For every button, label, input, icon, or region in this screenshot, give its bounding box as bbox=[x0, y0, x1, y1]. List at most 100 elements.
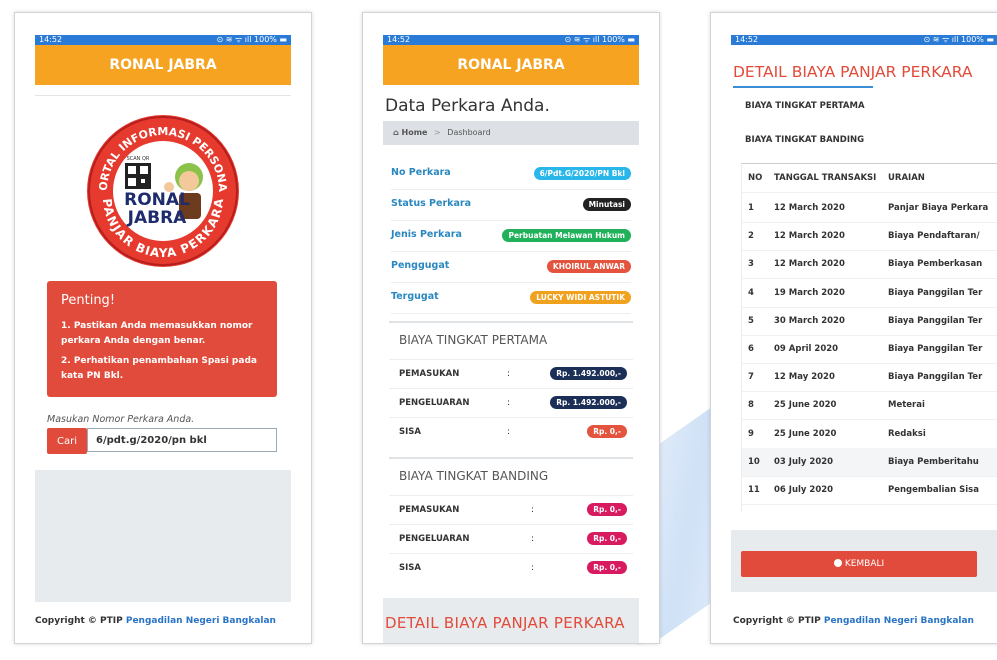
cell-description: Biaya Pemberitahu bbox=[888, 456, 979, 467]
detail-section-preview: DETAIL BIAYA PANJAR PERKARA bbox=[383, 598, 639, 643]
alert-line-1a: 1. Pastikan Anda memasukkan nomor bbox=[61, 321, 253, 331]
cell-date: 12 March 2020 bbox=[774, 231, 845, 242]
tab-appeal-level[interactable]: BIAYA TINGKAT BANDING bbox=[745, 135, 864, 145]
appeal-level-fee-card: BIAYA TINGKAT BANDING PEMASUKAN: Rp. 0,- P… bbox=[389, 457, 633, 583]
table-row: 7 12 May 2020 Biaya Panggilan Ter bbox=[742, 363, 997, 393]
table-row: 5 30 March 2020 Biaya Panggilan Ter bbox=[742, 307, 997, 336]
case-number-input[interactable] bbox=[87, 428, 277, 452]
phone-screen-case-data: 14:52 ⊙ ≋ ᯤ ıll 100% ▬ RONAL JABRA Data … bbox=[362, 12, 660, 644]
case-info-row: Penggugat KHOIRUL ANWAR bbox=[391, 252, 631, 283]
case-info-row: Jenis Perkara Perbuatan Melawan Hukum bbox=[391, 221, 631, 252]
table-row: 8 25 June 2020 Meterai bbox=[742, 391, 997, 421]
cell-description: Biaya Panggilan Ter bbox=[888, 287, 983, 298]
cell-date: 09 April 2020 bbox=[774, 344, 839, 354]
cell-description: Pengembalian Sisa bbox=[888, 485, 979, 495]
cell-description: Meterai bbox=[888, 400, 925, 411]
cell-date: 06 July 2020 bbox=[774, 485, 834, 495]
back-circle-icon bbox=[833, 559, 842, 567]
header-no: NO bbox=[748, 173, 763, 183]
status-time: 14:52 bbox=[39, 35, 63, 44]
fee-label: PENGELUARAN bbox=[399, 534, 470, 544]
fee-amount-badge: Rp. 0,- bbox=[587, 561, 627, 574]
cell-description: Biaya Pemberkasan bbox=[888, 259, 983, 270]
fee-row: PENGELUARAN: Rp. 0,- bbox=[389, 524, 633, 553]
logo-qr-label: SCAN QR bbox=[127, 156, 150, 162]
cell-description: Biaya Panggilan Ter bbox=[888, 372, 983, 383]
breadcrumb-separator: > bbox=[434, 128, 441, 137]
back-button[interactable]: KEMBALI bbox=[741, 551, 977, 577]
table-row: 9 25 June 2020 Redaksi bbox=[742, 420, 997, 449]
home-icon: ⌂ bbox=[393, 128, 399, 137]
status-time: 14:52 bbox=[735, 35, 759, 44]
copyright-text: Copyright © PTIP bbox=[35, 616, 126, 626]
cell-description: Biaya Panggilan Ter bbox=[888, 344, 983, 354]
case-info-row: No Perkara 6/Pdt.G/2020/PN Bkl bbox=[391, 159, 631, 190]
cell-no: 11 bbox=[748, 485, 760, 495]
detail-title: DETAIL BIAYA PANJAR PERKARA bbox=[733, 63, 973, 81]
app-title: RONAL JABRA bbox=[35, 45, 291, 85]
breadcrumb-current: Dashboard bbox=[447, 128, 491, 137]
search-button[interactable]: Cari bbox=[47, 428, 87, 454]
first-level-fee-card: BIAYA TINGKAT PERTAMA PEMASUKAN: Rp. 1.49… bbox=[389, 321, 633, 447]
status-icons: ⊙ ≋ ᯤ ıll 100% ▬ bbox=[923, 35, 994, 44]
cell-date: 03 July 2020 bbox=[774, 456, 834, 467]
cell-no: 4 bbox=[748, 287, 754, 298]
table-row: 2 12 March 2020 Biaya Pendaftaran/ bbox=[742, 222, 997, 252]
fee-row: PEMASUKAN: Rp. 1.492.000,- bbox=[389, 359, 633, 388]
cell-description: Biaya Pendaftaran/ bbox=[888, 231, 980, 242]
important-alert: Penting! 1. Pastikan Anda memasukkan nom… bbox=[47, 281, 277, 397]
fee-colon: : bbox=[531, 563, 535, 573]
divider bbox=[35, 95, 291, 96]
fee-label: PEMASUKAN bbox=[399, 505, 460, 515]
fee-label: PEMASUKAN bbox=[399, 369, 460, 379]
cell-date: 30 March 2020 bbox=[774, 315, 845, 326]
ronal-jabra-logo-icon: PORTAL INFORMASI PERSONAL PANJAR BIAYA P… bbox=[85, 113, 239, 267]
title-underline bbox=[733, 86, 873, 88]
cell-no: 7 bbox=[748, 372, 754, 383]
cell-no: 5 bbox=[748, 315, 754, 326]
alert-line-1b: perkara Anda dengan benar. bbox=[61, 336, 206, 346]
alert-line-2b: kata PN Bkl. bbox=[61, 371, 124, 381]
table-row: 11 06 July 2020 Pengembalian Sisa bbox=[742, 476, 997, 505]
status-bar: 14:52 ⊙ ≋ ᯤ ıll 100% ▬ bbox=[35, 35, 291, 45]
cell-no: 8 bbox=[748, 400, 754, 411]
case-info-row: Tergugat LUCKY WIDI ASTUTIK bbox=[391, 283, 631, 314]
detail-section-title: DETAIL BIAYA PANJAR PERKARA bbox=[385, 614, 625, 632]
breadcrumb-home[interactable]: ⌂ Home bbox=[393, 128, 427, 137]
status-time: 14:52 bbox=[387, 35, 411, 44]
logo-name-line2: JABRA bbox=[127, 208, 188, 228]
logo-name-line1: RONAL bbox=[124, 190, 190, 210]
tab-first-level[interactable]: BIAYA TINGKAT PERTAMA bbox=[745, 101, 865, 111]
first-level-fee-title: BIAYA TINGKAT PERTAMA bbox=[399, 333, 548, 347]
empty-result-panel bbox=[35, 470, 291, 602]
status-icons: ⊙ ≋ ᯤ ıll 100% ▬ bbox=[216, 35, 287, 44]
case-info-badge: Minutasi bbox=[582, 198, 631, 211]
case-info-row: Status Perkara Minutasi bbox=[391, 190, 631, 221]
cell-description: Biaya Panggilan Ter bbox=[888, 315, 983, 326]
case-info-label: Tergugat bbox=[391, 291, 439, 302]
court-link[interactable]: Pengadilan Negeri Bangkalan bbox=[126, 616, 276, 626]
alert-line-2a: 2. Perhatikan penambahan Spasi pada bbox=[61, 356, 257, 366]
fee-colon: : bbox=[531, 505, 535, 515]
table-row: 1 12 March 2020 Panjar Biaya Perkara bbox=[742, 194, 997, 223]
case-info-badge: 6/Pdt.G/2020/PN Bkl bbox=[533, 167, 631, 180]
fee-label: SISA bbox=[399, 427, 421, 437]
case-info-badge: KHOIRUL ANWAR bbox=[546, 260, 631, 273]
case-info-label: Status Perkara bbox=[391, 198, 471, 209]
header-date: TANGGAL TRANSAKSI bbox=[774, 173, 877, 183]
table-row: 4 19 March 2020 Biaya Panggilan Ter bbox=[742, 279, 997, 308]
fee-colon: : bbox=[531, 534, 535, 544]
cell-date: 12 March 2020 bbox=[774, 203, 845, 213]
header-description: URAIAN bbox=[888, 173, 925, 183]
cell-no: 1 bbox=[748, 203, 754, 213]
case-info-label: Jenis Perkara bbox=[391, 229, 462, 240]
cell-no: 2 bbox=[748, 231, 754, 242]
transaction-table: NO TANGGAL TRANSAKSI URAIAN 1 12 March 20… bbox=[741, 163, 997, 512]
page-title: Data Perkara Anda. bbox=[385, 96, 550, 116]
fee-row: SISA: Rp. 0,- bbox=[389, 417, 633, 446]
fee-amount-badge: Rp. 1.492.000,- bbox=[550, 367, 627, 380]
cell-no: 9 bbox=[748, 428, 754, 439]
court-link[interactable]: Pengadilan Negeri Bangkalan bbox=[824, 616, 974, 626]
back-button-label: KEMBALI bbox=[844, 559, 885, 569]
fee-colon: : bbox=[507, 427, 511, 437]
